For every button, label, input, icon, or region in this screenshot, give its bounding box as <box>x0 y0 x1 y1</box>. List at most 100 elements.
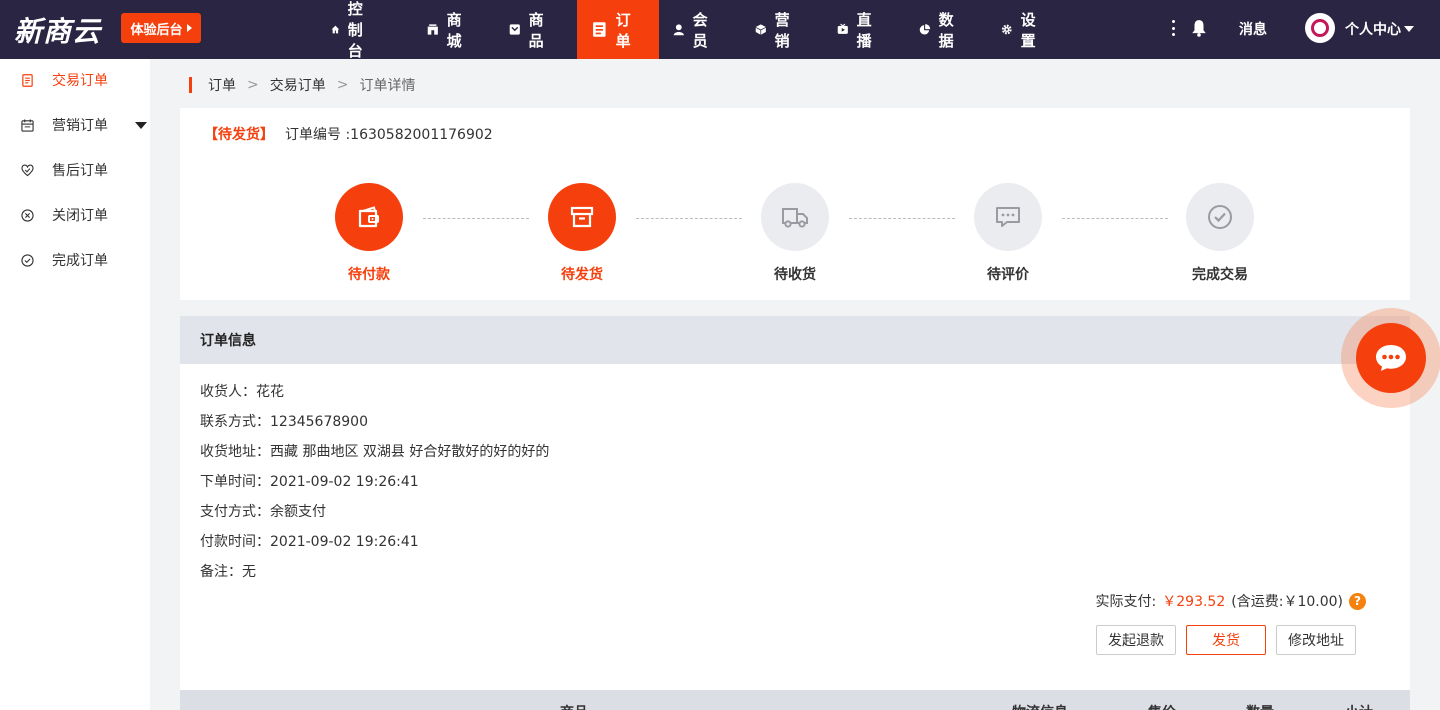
avatar-logo-icon <box>1311 19 1329 37</box>
nav-label: 设置 <box>1020 10 1036 50</box>
store-icon <box>427 24 438 35</box>
nav-label: 数据 <box>938 10 954 50</box>
breadcrumb: 订单 > 交易订单 > 订单详情 <box>189 74 415 96</box>
sidebar-item-trade-orders[interactable]: 交易订单 <box>0 60 150 100</box>
step-label: 待付款 <box>348 267 390 283</box>
actual-payment-amount: ￥293.52 <box>1162 594 1226 610</box>
shipping-fee: (含运费:￥10.00) <box>1231 594 1343 610</box>
nav-label: 营销 <box>774 10 790 50</box>
trial-backend-button[interactable]: 体验后台 <box>121 13 201 43</box>
actual-payment-label: 实际支付: <box>1095 594 1157 610</box>
avatar[interactable] <box>1305 13 1335 43</box>
member-icon <box>673 24 684 36</box>
sidebar-item-aftersale-orders[interactable]: 售后订单 <box>0 150 150 190</box>
sidebar-item-marketing-orders[interactable]: 营销订单 <box>0 105 150 145</box>
nav-marketing[interactable]: 营销 <box>741 0 809 59</box>
nav-live[interactable]: 直播 <box>823 0 891 59</box>
breadcrumb-separator: > <box>336 77 349 93</box>
info-receiver: 收货人：花花 <box>200 384 284 400</box>
more-menu-icon[interactable] <box>1168 18 1178 38</box>
nav-store[interactable]: 商城 <box>413 0 481 59</box>
info-payment-time: 付款时间：2021-09-02 19:26:41 <box>200 534 419 550</box>
user-center-menu[interactable]: 个人中心 <box>1345 19 1414 39</box>
nav-label: 控制台 <box>347 0 363 60</box>
goods-icon <box>509 24 520 35</box>
sidebar-item-label: 营销订单 <box>52 118 108 134</box>
step-pending-receipt: 待收货 <box>745 183 845 284</box>
chevron-down-icon <box>1404 26 1414 32</box>
col-quantity: 数量 <box>1246 702 1274 710</box>
sidebar-item-closed-orders[interactable]: 关闭订单 <box>0 195 150 235</box>
close-circle-icon <box>21 208 34 222</box>
marketing-icon <box>755 24 766 35</box>
nav-members[interactable]: 会员 <box>659 0 727 59</box>
info-order-time: 下单时间：2021-09-02 19:26:41 <box>200 474 419 490</box>
ship-button[interactable]: 发货 <box>1186 625 1266 655</box>
trial-backend-label: 体验后台 <box>130 22 183 38</box>
col-price: 售价 <box>1148 702 1176 710</box>
actual-payment: 实际支付: ￥293.52 (含运费:￥10.00) ? <box>1096 591 1366 611</box>
info-contact: 联系方式：12345678900 <box>200 414 368 430</box>
home-icon <box>331 25 340 34</box>
comment-icon <box>996 207 1020 227</box>
nav-label: 订单 <box>615 10 631 50</box>
sidebar: 交易订单 营销订单 售后订单 关闭订单 完成订单 <box>0 59 150 710</box>
help-icon[interactable]: ? <box>1349 592 1366 610</box>
user-center-label: 个人中心 <box>1345 22 1401 38</box>
nav-label: 直播 <box>856 10 872 50</box>
live-icon <box>837 23 848 34</box>
breadcrumb-trade-orders[interactable]: 交易订单 <box>270 75 326 95</box>
step-connector <box>849 218 955 219</box>
step-pending-payment: 待付款 <box>319 183 419 284</box>
edit-address-button[interactable]: 修改地址 <box>1276 625 1356 655</box>
status-badge: 【待发货】 <box>204 127 274 143</box>
nav-orders[interactable]: 订单 <box>577 0 659 59</box>
order-icon <box>593 22 606 37</box>
nav-data[interactable]: 数据 <box>905 0 973 59</box>
nav-label: 会员 <box>692 10 708 50</box>
receipt-icon <box>22 73 33 87</box>
calendar-icon <box>21 118 34 132</box>
brand-logo[interactable]: 新商云 <box>14 10 101 50</box>
products-table-header: 商品 物流信息 售价 数量 小计 <box>180 690 1410 710</box>
top-bar: 新商云 体验后台 控制台 商城 商品 订单 会员 营销 直播 数据 设置 消息 … <box>0 0 1440 60</box>
breadcrumb-separator: > <box>247 77 259 93</box>
sidebar-item-completed-orders[interactable]: 完成订单 <box>0 240 150 280</box>
step-label: 待收货 <box>774 267 816 283</box>
nav-settings[interactable]: 设置 <box>987 0 1055 59</box>
sidebar-item-label: 交易订单 <box>52 73 108 89</box>
expand-arrow-icon[interactable] <box>135 121 147 129</box>
step-pending-shipment: 待发货 <box>532 183 632 284</box>
breadcrumb-orders[interactable]: 订单 <box>208 75 236 95</box>
messages-link[interactable]: 消息 <box>1239 19 1267 39</box>
sidebar-item-label: 售后订单 <box>52 163 108 179</box>
order-number: 订单编号 :1630582001176902 <box>285 127 493 143</box>
sidebar-item-label: 关闭订单 <box>52 208 108 224</box>
sidebar-item-label: 完成订单 <box>52 253 108 269</box>
col-subtotal: 小计 <box>1345 702 1373 710</box>
nav-goods[interactable]: 商品 <box>495 0 563 59</box>
data-icon <box>919 24 931 35</box>
step-label: 完成交易 <box>1192 267 1248 283</box>
refund-button[interactable]: 发起退款 <box>1096 625 1176 655</box>
nav-dashboard[interactable]: 控制台 <box>317 0 385 60</box>
info-payment-method: 支付方式：余额支付 <box>200 504 326 520</box>
bell-icon[interactable] <box>1190 19 1208 37</box>
wallet-icon <box>358 206 379 228</box>
step-connector <box>636 218 742 219</box>
step-label: 待发货 <box>561 267 603 283</box>
truck-icon <box>782 208 808 228</box>
breadcrumb-marker <box>189 77 192 93</box>
order-status-card: 【待发货】 订单编号 :1630582001176902 待付款 待发货 待收货… <box>180 108 1410 300</box>
chat-button[interactable] <box>1356 323 1426 393</box>
order-info-title: 订单信息 <box>180 316 1410 364</box>
chat-bubble-icon <box>1376 345 1406 371</box>
gear-icon <box>1001 24 1012 35</box>
order-info-card: 订单信息 收货人：花花 联系方式：12345678900 收货地址：西藏 那曲地… <box>180 316 1410 710</box>
step-connector <box>1062 218 1168 219</box>
col-logistics: 物流信息 <box>1012 702 1068 710</box>
box-icon <box>570 206 594 228</box>
check-circle-icon <box>21 253 34 267</box>
step-connector <box>423 218 529 219</box>
check-icon <box>1208 205 1232 229</box>
